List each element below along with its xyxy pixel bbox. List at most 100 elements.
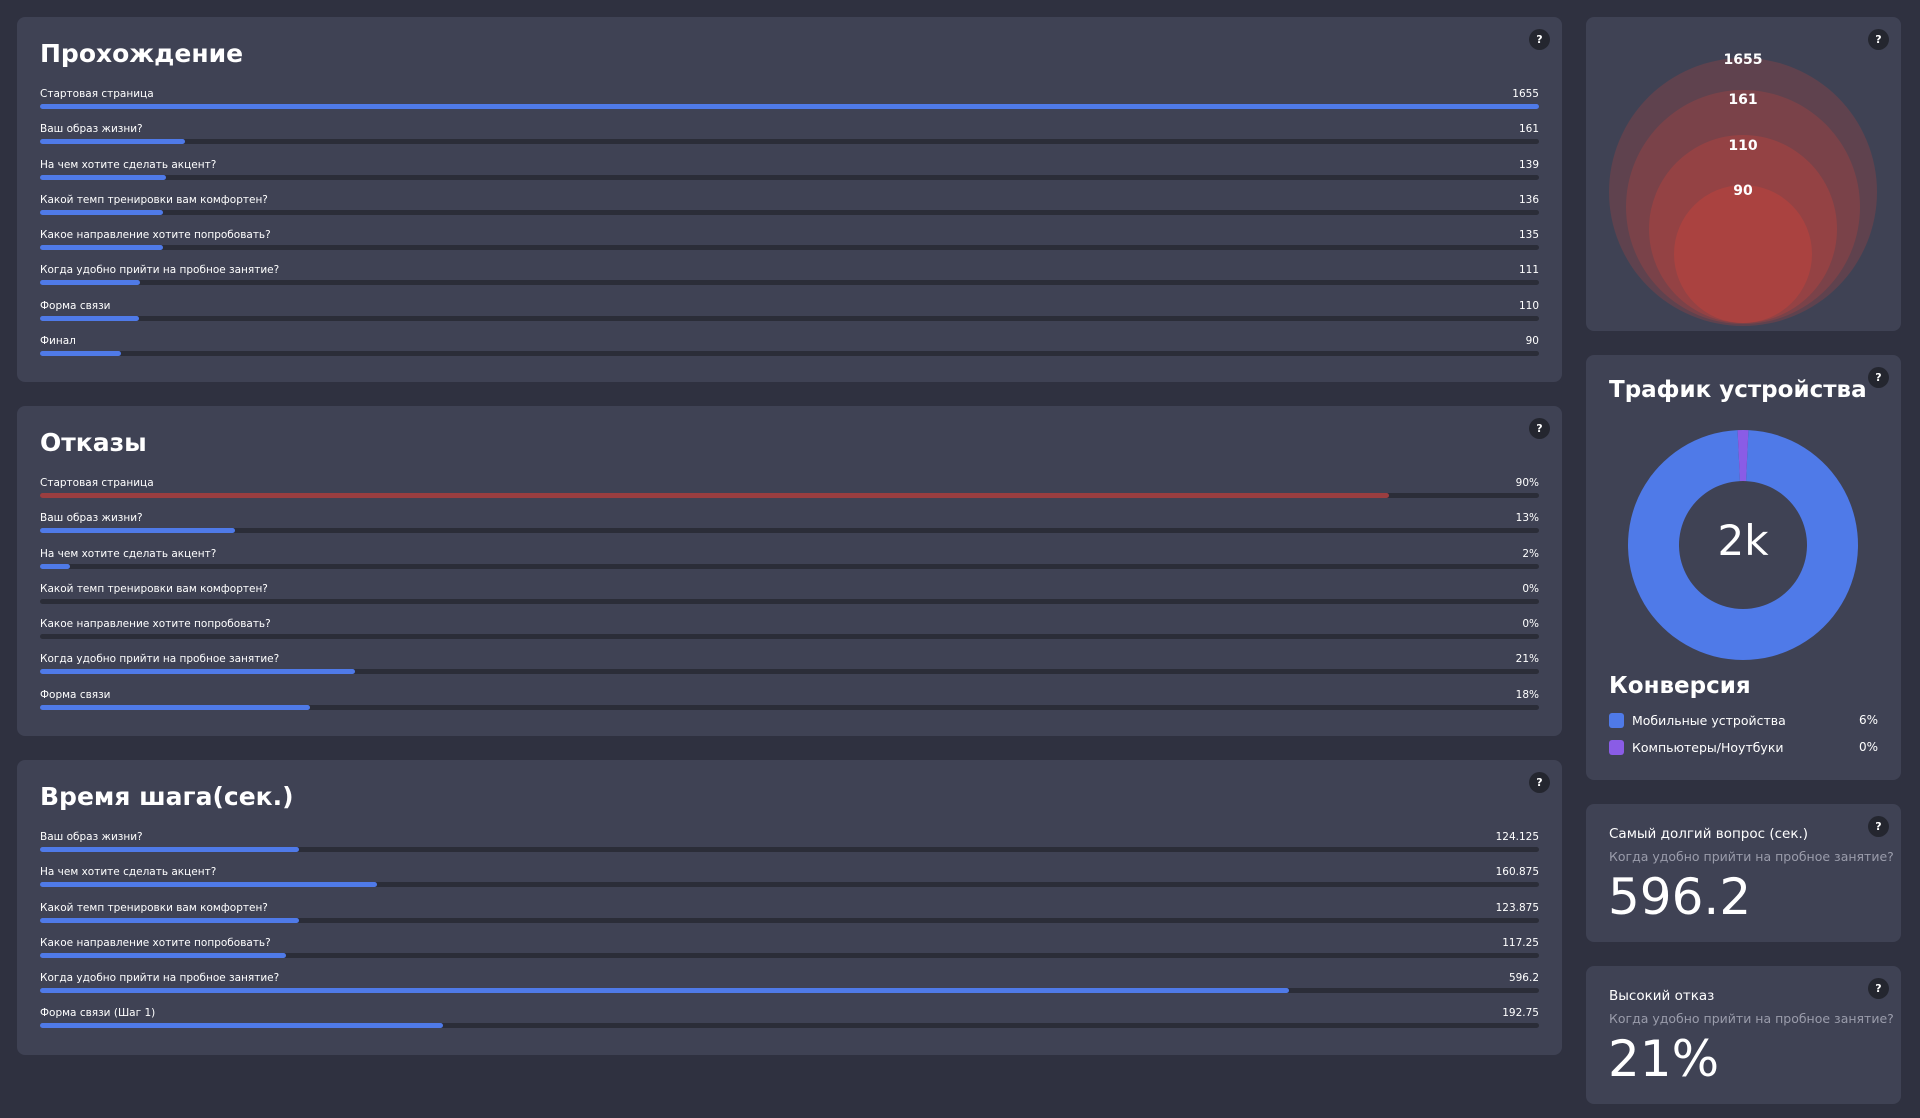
bounces-card: ? Отказы Стартовая страница 90% Ваш образ… — [17, 406, 1562, 736]
row-value: 13% — [1515, 512, 1539, 525]
stat-value: 596.2 — [1608, 868, 1752, 926]
help-icon[interactable]: ? — [1868, 367, 1889, 388]
step-time-title: Время шага(сек.) — [40, 782, 294, 811]
donut-center-label: 2k — [1717, 516, 1769, 565]
row-label: Какое направление хотите попробовать? — [40, 229, 271, 242]
row-value: 124.125 — [1495, 831, 1539, 843]
progress-fill — [40, 104, 1539, 109]
progress-track — [40, 847, 1539, 852]
passage-card: ? Прохождение Стартовая страница 1655 Ваш… — [17, 17, 1562, 382]
row-label: Какое направление хотите попробовать? — [40, 618, 271, 631]
stat-question: Когда удобно прийти на пробное занятие? — [1609, 1011, 1894, 1026]
list-item: Форма связи 18% — [40, 689, 1539, 724]
row-value: 192.75 — [1502, 1007, 1539, 1020]
row-label: Финал — [40, 335, 76, 348]
help-icon[interactable]: ? — [1868, 978, 1889, 999]
list-item: На чем хотите сделать акцент? 160.875 — [40, 866, 1539, 901]
longest-question-card: ? Самый долгий вопрос (сек.) Когда удобн… — [1586, 804, 1901, 942]
traffic-title: Трафик устройства — [1609, 377, 1867, 403]
passage-rows: Стартовая страница 1655 Ваш образ жизни? 1… — [40, 88, 1539, 370]
progress-track — [40, 598, 1539, 604]
list-item: Какой темп тренировки вам комфортен? 0% — [40, 583, 1539, 618]
row-value: 117.25 — [1502, 936, 1539, 949]
progress-track — [40, 528, 1539, 534]
list-item: Какой темп тренировки вам комфортен? 136 — [40, 194, 1539, 229]
progress-fill — [40, 669, 355, 675]
funnel-card: ? 1655 161 110 90 — [1586, 17, 1901, 331]
row-label: Какое направление хотите попробовать? — [40, 936, 271, 949]
progress-fill — [40, 917, 300, 923]
progress-track — [40, 882, 1539, 888]
list-item: Какое направление хотите попробовать? 135 — [40, 229, 1539, 264]
traffic-card: ? Трафик устройства 2k Конверсия Мобильн… — [1586, 355, 1901, 780]
list-item: Когда удобно прийти на пробное занятие? 2… — [40, 653, 1539, 688]
list-item: На чем хотите сделать акцент? 139 — [40, 159, 1539, 194]
step-time-card: ? Время шага(сек.) Ваш образ жизни? 124.1… — [17, 760, 1562, 1055]
progress-fill — [40, 1023, 444, 1029]
row-value: 161 — [1518, 123, 1539, 136]
progress-track — [40, 563, 1539, 569]
list-item: Стартовая страница 90% — [40, 477, 1539, 512]
passage-title: Прохождение — [40, 39, 244, 68]
help-icon[interactable]: ? — [1529, 772, 1550, 793]
row-label: Стартовая страница — [40, 477, 154, 489]
row-value: 21% — [1515, 653, 1539, 666]
list-item: Когда удобно прийти на пробное занятие? 5… — [40, 972, 1539, 1007]
high-bounce-card: ? Высокий отказ Когда удобно прийти на п… — [1586, 966, 1901, 1104]
stat-label: Высокий отказ — [1609, 988, 1715, 1004]
row-label: Стартовая страница — [40, 88, 154, 100]
row-label: Форма связи — [40, 299, 111, 312]
progress-track — [40, 174, 1539, 180]
progress-fill — [40, 174, 166, 180]
progress-fill — [40, 704, 310, 710]
row-value: 1655 — [1512, 88, 1539, 100]
progress-fill — [40, 528, 235, 534]
row-value: 139 — [1518, 158, 1539, 171]
stat-label: Самый долгий вопрос (сек.) — [1609, 826, 1809, 842]
legend-swatch — [1609, 740, 1624, 755]
progress-track — [40, 139, 1539, 145]
traffic-donut: 2k — [1628, 430, 1858, 660]
funnel-label-2: 161 — [1728, 92, 1757, 108]
progress-fill — [40, 847, 300, 852]
bounces-title: Отказы — [40, 428, 147, 457]
progress-track — [40, 634, 1539, 640]
progress-track — [40, 493, 1539, 498]
legend-label: Компьютеры/Ноутбуки — [1632, 740, 1784, 755]
row-value: 160.875 — [1495, 866, 1539, 879]
list-item: Когда удобно прийти на пробное занятие? 1… — [40, 264, 1539, 299]
row-value: 135 — [1518, 229, 1539, 242]
progress-track — [40, 245, 1539, 251]
list-item: Стартовая страница 1655 — [40, 88, 1539, 123]
progress-track — [40, 315, 1539, 321]
row-label: Когда удобно прийти на пробное занятие? — [40, 653, 280, 666]
funnel-label-1: 1655 — [1724, 52, 1763, 68]
progress-track — [40, 952, 1539, 958]
row-label: Форма связи (Шаг 1) — [40, 1007, 156, 1020]
row-label: Когда удобно прийти на пробное занятие? — [40, 972, 280, 985]
funnel-label-3: 110 — [1728, 138, 1757, 154]
progress-track — [40, 351, 1539, 357]
stat-question: Когда удобно прийти на пробное занятие? — [1609, 849, 1894, 864]
row-value: 0% — [1522, 618, 1539, 631]
legend-swatch — [1609, 713, 1624, 728]
legend-value: 6% — [1858, 713, 1878, 727]
list-item: Ваш образ жизни? 161 — [40, 123, 1539, 158]
help-icon[interactable]: ? — [1529, 29, 1550, 50]
row-label: Какой темп тренировки вам комфортен? — [40, 582, 268, 595]
row-label: Какой темп тренировки вам комфортен? — [40, 901, 268, 914]
row-label: Когда удобно прийти на пробное занятие? — [40, 264, 280, 277]
help-icon[interactable]: ? — [1529, 418, 1550, 439]
help-icon[interactable]: ? — [1868, 816, 1889, 837]
row-value: 90 — [1525, 335, 1539, 348]
list-item: Какой темп тренировки вам комфортен? 123.… — [40, 902, 1539, 937]
row-value: 18% — [1515, 688, 1539, 701]
progress-fill — [40, 882, 378, 888]
progress-fill — [40, 209, 163, 215]
bounces-rows: Стартовая страница 90% Ваш образ жизни? 13… — [40, 477, 1539, 724]
list-item: Какое направление хотите попробовать? 0% — [40, 618, 1539, 653]
progress-fill — [40, 952, 286, 958]
progress-track — [40, 1023, 1539, 1029]
conversion-title: Конверсия — [1609, 673, 1751, 699]
funnel-chart: 1655 161 110 90 — [1609, 52, 1877, 326]
